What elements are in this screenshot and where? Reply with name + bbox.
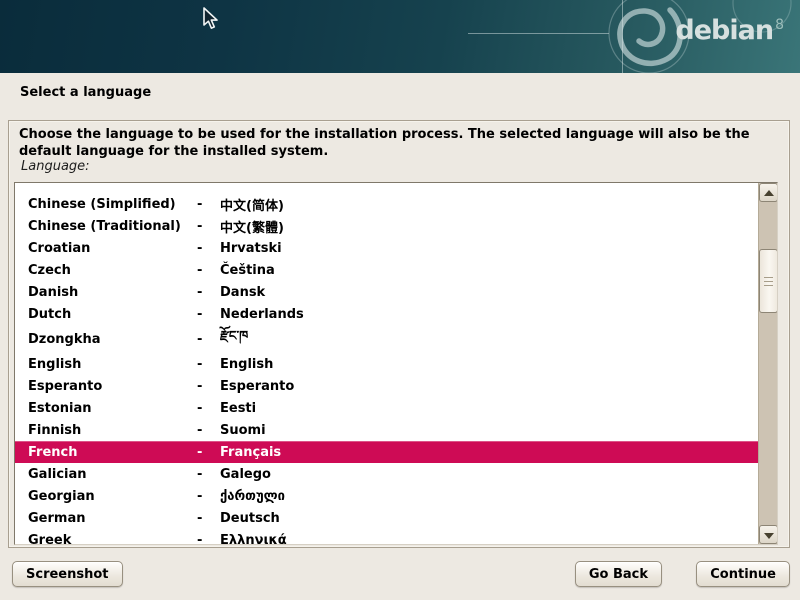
language-native-name: Esperanto bbox=[220, 379, 294, 394]
language-separator: - bbox=[197, 401, 220, 416]
language-separator: - bbox=[197, 357, 220, 372]
language-english-name: Estonian bbox=[28, 401, 197, 416]
brand-version: 8 bbox=[775, 17, 784, 33]
language-native-name: རྫོང་ཁ bbox=[220, 321, 248, 358]
language-native-name: Nederlands bbox=[220, 307, 304, 322]
language-list-item[interactable]: French - Français bbox=[15, 441, 758, 463]
language-native-name: Suomi bbox=[220, 423, 266, 438]
language-separator: - bbox=[197, 379, 220, 394]
language-separator: - bbox=[197, 332, 220, 347]
language-english-name: Greek bbox=[28, 533, 197, 546]
language-english-name: Czech bbox=[28, 263, 197, 278]
language-rows: Chinese (Simplified) - 中文(简体) Chinese (T… bbox=[15, 183, 758, 545]
language-native-name: Eesti bbox=[220, 401, 256, 416]
language-native-name: 中文(繁體) bbox=[220, 217, 284, 236]
debian-installer-window: { "banner": { "brand": "debian", "versio… bbox=[0, 0, 800, 600]
instruction-text: Choose the language to be used for the i… bbox=[19, 126, 783, 160]
language-list-item[interactable]: Estonian - Eesti bbox=[15, 397, 758, 419]
language-list-item[interactable]: Chinese (Traditional) - 中文(繁體) bbox=[15, 215, 758, 237]
installer-banner: debian8 bbox=[0, 0, 800, 73]
vertical-scrollbar[interactable] bbox=[758, 183, 777, 544]
language-native-name: ქართული bbox=[220, 489, 285, 504]
language-native-name: Galego bbox=[220, 467, 271, 482]
language-english-name: Danish bbox=[28, 285, 197, 300]
language-separator: - bbox=[197, 197, 220, 212]
language-separator: - bbox=[197, 219, 220, 234]
language-list-item[interactable]: Czech - Čeština bbox=[15, 259, 758, 281]
language-english-name: Esperanto bbox=[28, 379, 197, 394]
continue-button[interactable]: Continue bbox=[696, 561, 790, 587]
language-separator: - bbox=[197, 263, 220, 278]
language-separator: - bbox=[197, 511, 220, 526]
scroll-down-button[interactable] bbox=[759, 525, 778, 544]
language-field-label: Language: bbox=[21, 159, 90, 174]
language-list-item[interactable]: Croatian - Hrvatski bbox=[15, 237, 758, 259]
language-separator: - bbox=[197, 285, 220, 300]
language-list-item[interactable]: Esperanto - Esperanto bbox=[15, 375, 758, 397]
language-english-name: Chinese (Simplified) bbox=[28, 197, 197, 212]
language-list-item[interactable]: Greek - Ελληνικά bbox=[15, 529, 758, 545]
go-back-button[interactable]: Go Back bbox=[575, 561, 662, 587]
language-native-name: Deutsch bbox=[220, 511, 280, 526]
language-list-item[interactable]: Georgian - ქართული bbox=[15, 485, 758, 507]
language-english-name: English bbox=[28, 357, 197, 372]
language-separator: - bbox=[197, 241, 220, 256]
language-native-name: Ελληνικά bbox=[220, 533, 287, 546]
language-list-item[interactable]: Galician - Galego bbox=[15, 463, 758, 485]
language-english-name: French bbox=[28, 445, 197, 460]
language-list-item[interactable]: Dzongkha - རྫོང་ཁ bbox=[15, 325, 758, 353]
language-native-name: English bbox=[220, 357, 273, 372]
language-english-name: Chinese (Traditional) bbox=[28, 219, 197, 234]
language-separator: - bbox=[197, 423, 220, 438]
language-english-name: Dzongkha bbox=[28, 332, 197, 347]
brand-logo-text: debian8 bbox=[675, 17, 784, 44]
language-english-name: Georgian bbox=[28, 489, 197, 504]
language-separator: - bbox=[197, 445, 220, 460]
language-english-name: Galician bbox=[28, 467, 197, 482]
language-list-item[interactable]: German - Deutsch bbox=[15, 507, 758, 529]
page-title: Select a language bbox=[20, 85, 151, 100]
language-english-name: German bbox=[28, 511, 197, 526]
language-native-name: Hrvatski bbox=[220, 241, 282, 256]
language-list-item[interactable]: Dutch - Nederlands bbox=[15, 303, 758, 325]
mouse-cursor-icon bbox=[202, 7, 220, 31]
language-native-name: 中文(简体) bbox=[220, 195, 284, 214]
language-native-name: Dansk bbox=[220, 285, 265, 300]
language-separator: - bbox=[197, 467, 220, 482]
language-separator: - bbox=[197, 307, 220, 322]
language-separator: - bbox=[197, 533, 220, 546]
crosshair-lines bbox=[468, 0, 623, 73]
language-native-name: Français bbox=[220, 445, 281, 460]
screenshot-button[interactable]: Screenshot bbox=[12, 561, 123, 587]
language-list-item[interactable]: Chinese (Simplified) - 中文(简体) bbox=[15, 193, 758, 215]
language-list-item[interactable]: Finnish - Suomi bbox=[15, 419, 758, 441]
language-english-name: Croatian bbox=[28, 241, 197, 256]
main-content-frame: Choose the language to be used for the i… bbox=[8, 120, 790, 548]
language-list-item[interactable]: English - English bbox=[15, 353, 758, 375]
language-list-item[interactable]: Danish - Dansk bbox=[15, 281, 758, 303]
language-english-name: Dutch bbox=[28, 307, 197, 322]
language-english-name: Finnish bbox=[28, 423, 197, 438]
language-native-name: Čeština bbox=[220, 263, 275, 278]
scroll-up-button[interactable] bbox=[759, 183, 778, 202]
language-separator: - bbox=[197, 489, 220, 504]
language-listbox[interactable]: Chinese (Simplified) - 中文(简体) Chinese (T… bbox=[14, 182, 778, 545]
scrollbar-thumb[interactable] bbox=[759, 249, 778, 313]
